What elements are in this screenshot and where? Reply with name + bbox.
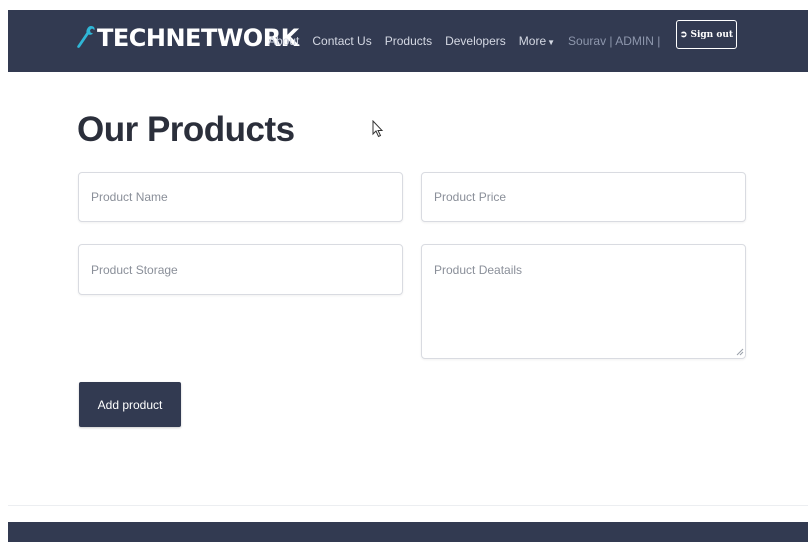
divider [8,505,808,506]
nav-links: About Contact Us Products Developers Mor… [268,34,660,48]
product-storage-input[interactable] [78,244,403,295]
navbar: TECHNETWORK About Contact Us Products De… [8,10,808,72]
sign-out-label: Sign out [690,29,734,40]
mouse-cursor-icon [372,120,384,138]
nav-link-contact-us[interactable]: Contact Us [312,34,371,48]
nav-link-more[interactable]: More▼ [519,34,555,48]
sign-out-button[interactable]: ➲ Sign out [676,20,737,49]
brand-logo[interactable]: TECHNETWORK [76,24,299,52]
product-name-input[interactable] [78,172,403,222]
product-details-textarea[interactable] [421,244,746,359]
footer [8,522,808,542]
product-price-input[interactable] [421,172,746,222]
nav-link-developers[interactable]: Developers [445,34,506,48]
chevron-down-icon: ▼ [547,38,556,47]
resize-handle-icon[interactable] [736,348,744,356]
nav-user-info: Sourav | ADMIN | [568,34,661,48]
nav-link-about[interactable]: About [268,34,299,48]
nav-link-more-label: More [518,34,547,48]
page-title: Our Products [77,110,295,149]
sign-out-icon: ➲ [679,29,688,40]
wrench-icon [77,26,95,48]
add-product-button[interactable]: Add product [79,382,181,427]
nav-link-products[interactable]: Products [385,34,432,48]
